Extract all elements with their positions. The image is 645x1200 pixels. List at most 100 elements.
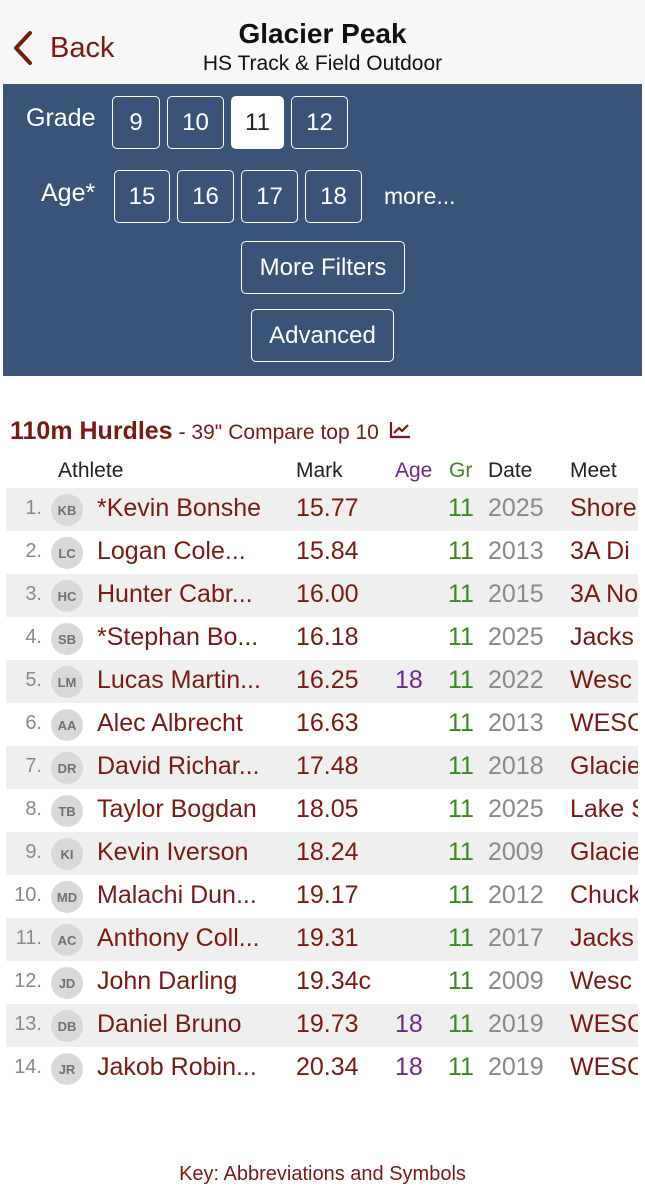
grade-value: 11 bbox=[448, 795, 474, 823]
meet-name[interactable]: WESC bbox=[570, 709, 638, 738]
table-row[interactable]: 13. DB Daniel Bruno 19.73 18 11 2019 WESC bbox=[0, 1004, 645, 1047]
meet-name[interactable]: Shore bbox=[570, 494, 638, 523]
athlete-name[interactable]: Logan Cole... bbox=[97, 537, 283, 566]
mark-value[interactable]: 16.63 bbox=[296, 709, 388, 738]
column-date[interactable]: Date bbox=[488, 459, 532, 483]
grade-value: 11 bbox=[448, 666, 474, 694]
athlete-name[interactable]: Anthony Coll... bbox=[97, 924, 283, 953]
avatar: LM bbox=[51, 666, 83, 698]
table-row[interactable]: 11. AC Anthony Coll... 19.31 11 2017 Jacks bbox=[0, 918, 645, 961]
athlete-name[interactable]: John Darling bbox=[97, 967, 283, 996]
athlete-name[interactable]: Kevin Iverson bbox=[97, 838, 283, 867]
mark-value[interactable]: 18.05 bbox=[296, 795, 388, 824]
more-ages-link[interactable]: more... bbox=[384, 183, 456, 210]
age-16-button[interactable]: 16 bbox=[177, 170, 234, 223]
more-filters-button[interactable]: More Filters bbox=[241, 241, 405, 294]
age-15-button[interactable]: 15 bbox=[114, 170, 170, 223]
meet-name[interactable]: Lake S bbox=[570, 795, 638, 824]
date-value: 2009 bbox=[488, 967, 544, 995]
mark-value[interactable]: 16.25 bbox=[296, 666, 388, 695]
chart-icon[interactable] bbox=[389, 421, 411, 439]
meet-name[interactable]: Glacie bbox=[570, 838, 638, 867]
mark-value[interactable]: 20.34 bbox=[296, 1053, 388, 1082]
rank: 7. bbox=[25, 755, 42, 777]
meet-name[interactable]: WESC bbox=[570, 1053, 638, 1082]
meet-name[interactable]: 3A No bbox=[570, 580, 638, 609]
grade-value: 11 bbox=[448, 752, 474, 780]
meet-name[interactable]: Wesc bbox=[570, 666, 638, 695]
table-row[interactable]: 1. KB *Kevin Bonshe 15.77 11 2025 Shore bbox=[0, 488, 645, 531]
column-athlete[interactable]: Athlete bbox=[58, 459, 123, 483]
mark-value[interactable]: 19.34c bbox=[296, 967, 388, 996]
grade-label: Grade bbox=[26, 104, 96, 132]
athlete-name[interactable]: Malachi Dun... bbox=[97, 881, 283, 910]
grade-11-button[interactable]: 11 bbox=[231, 96, 284, 149]
athlete-name[interactable]: Daniel Bruno bbox=[97, 1010, 283, 1039]
table-row[interactable]: 10. MD Malachi Dun... 19.17 11 2012 Chuck bbox=[0, 875, 645, 918]
rank: 6. bbox=[25, 712, 42, 734]
column-grade[interactable]: Gr bbox=[449, 459, 479, 483]
event-detail: - 39" bbox=[178, 421, 223, 444]
date-value: 2025 bbox=[488, 623, 544, 651]
meet-name[interactable]: WESC bbox=[570, 1010, 638, 1039]
grade-9-button[interactable]: 9 bbox=[112, 96, 160, 149]
mark-value[interactable]: 15.77 bbox=[296, 494, 388, 523]
table-row[interactable]: 2. LC Logan Cole... 15.84 11 2013 3A Di bbox=[0, 531, 645, 574]
meet-name[interactable]: Wesc bbox=[570, 967, 638, 996]
rank: 10. bbox=[14, 884, 42, 906]
mark-value[interactable]: 16.18 bbox=[296, 623, 388, 652]
athlete-name[interactable]: *Kevin Bonshe bbox=[97, 494, 283, 523]
rank: 13. bbox=[14, 1013, 42, 1035]
date-value: 2017 bbox=[488, 924, 544, 952]
athlete-name[interactable]: Jakob Robin... bbox=[97, 1053, 283, 1082]
age-label: Age* bbox=[41, 179, 96, 207]
athlete-name[interactable]: Taylor Bogdan bbox=[97, 795, 283, 824]
mark-value[interactable]: 16.00 bbox=[296, 580, 388, 609]
table-row[interactable]: 8. TB Taylor Bogdan 18.05 11 2025 Lake S bbox=[0, 789, 645, 832]
column-mark[interactable]: Mark bbox=[296, 459, 343, 483]
table-row[interactable]: 12. JD John Darling 19.34c 11 2009 Wesc bbox=[0, 961, 645, 1004]
grade-10-button[interactable]: 10 bbox=[167, 96, 224, 149]
date-value: 2022 bbox=[488, 666, 544, 694]
compare-top-10-link[interactable]: Compare top 10 bbox=[228, 421, 379, 445]
avatar: DR bbox=[51, 752, 83, 784]
date-value: 2013 bbox=[488, 709, 544, 737]
column-age[interactable]: Age bbox=[395, 459, 432, 483]
column-meet[interactable]: Meet bbox=[570, 459, 617, 483]
athlete-name[interactable]: Lucas Martin... bbox=[97, 666, 283, 695]
meet-name[interactable]: 3A Di bbox=[570, 537, 638, 566]
age-value: 18 bbox=[395, 666, 423, 694]
table-row[interactable]: 3. HC Hunter Cabr... 16.00 11 2015 3A No bbox=[0, 574, 645, 617]
mark-value[interactable]: 17.48 bbox=[296, 752, 388, 781]
mark-value[interactable]: 19.31 bbox=[296, 924, 388, 953]
table-row[interactable]: 14. JR Jakob Robin... 20.34 18 11 2019 WESC bbox=[0, 1047, 645, 1090]
meet-name[interactable]: Jacks bbox=[570, 623, 638, 652]
mark-value[interactable]: 18.24 bbox=[296, 838, 388, 867]
mark-value[interactable]: 19.73 bbox=[296, 1010, 388, 1039]
age-18-button[interactable]: 18 bbox=[305, 170, 362, 223]
rank: 8. bbox=[25, 798, 42, 820]
date-value: 2012 bbox=[488, 881, 544, 909]
meet-name[interactable]: Jacks bbox=[570, 924, 638, 953]
advanced-button[interactable]: Advanced bbox=[251, 309, 394, 362]
date-value: 2019 bbox=[488, 1010, 544, 1038]
age-17-button[interactable]: 17 bbox=[241, 170, 298, 223]
meet-name[interactable]: Chuck bbox=[570, 881, 638, 910]
table-row[interactable]: 5. LM Lucas Martin... 16.25 18 11 2022 Wesc bbox=[0, 660, 645, 703]
athlete-name[interactable]: David Richar... bbox=[97, 752, 283, 781]
rank: 4. bbox=[25, 626, 42, 648]
rank: 14. bbox=[14, 1056, 42, 1078]
meet-name[interactable]: Glacie bbox=[570, 752, 638, 781]
key-abbreviations-link[interactable]: Key: Abbreviations and Symbols bbox=[0, 1163, 645, 1186]
mark-value[interactable]: 15.84 bbox=[296, 537, 388, 566]
athlete-name[interactable]: Hunter Cabr... bbox=[97, 580, 283, 609]
table-row[interactable]: 4. SB *Stephan Bo... 16.18 11 2025 Jacks bbox=[0, 617, 645, 660]
table-row[interactable]: 9. KI Kevin Iverson 18.24 11 2009 Glacie bbox=[0, 832, 645, 875]
grade-12-button[interactable]: 12 bbox=[291, 96, 348, 149]
mark-value[interactable]: 19.17 bbox=[296, 881, 388, 910]
rank: 9. bbox=[25, 841, 42, 863]
table-row[interactable]: 6. AA Alec Albrecht 16.63 11 2013 WESC bbox=[0, 703, 645, 746]
athlete-name[interactable]: Alec Albrecht bbox=[97, 709, 283, 738]
table-row[interactable]: 7. DR David Richar... 17.48 11 2018 Glacie bbox=[0, 746, 645, 789]
athlete-name[interactable]: *Stephan Bo... bbox=[97, 623, 283, 652]
